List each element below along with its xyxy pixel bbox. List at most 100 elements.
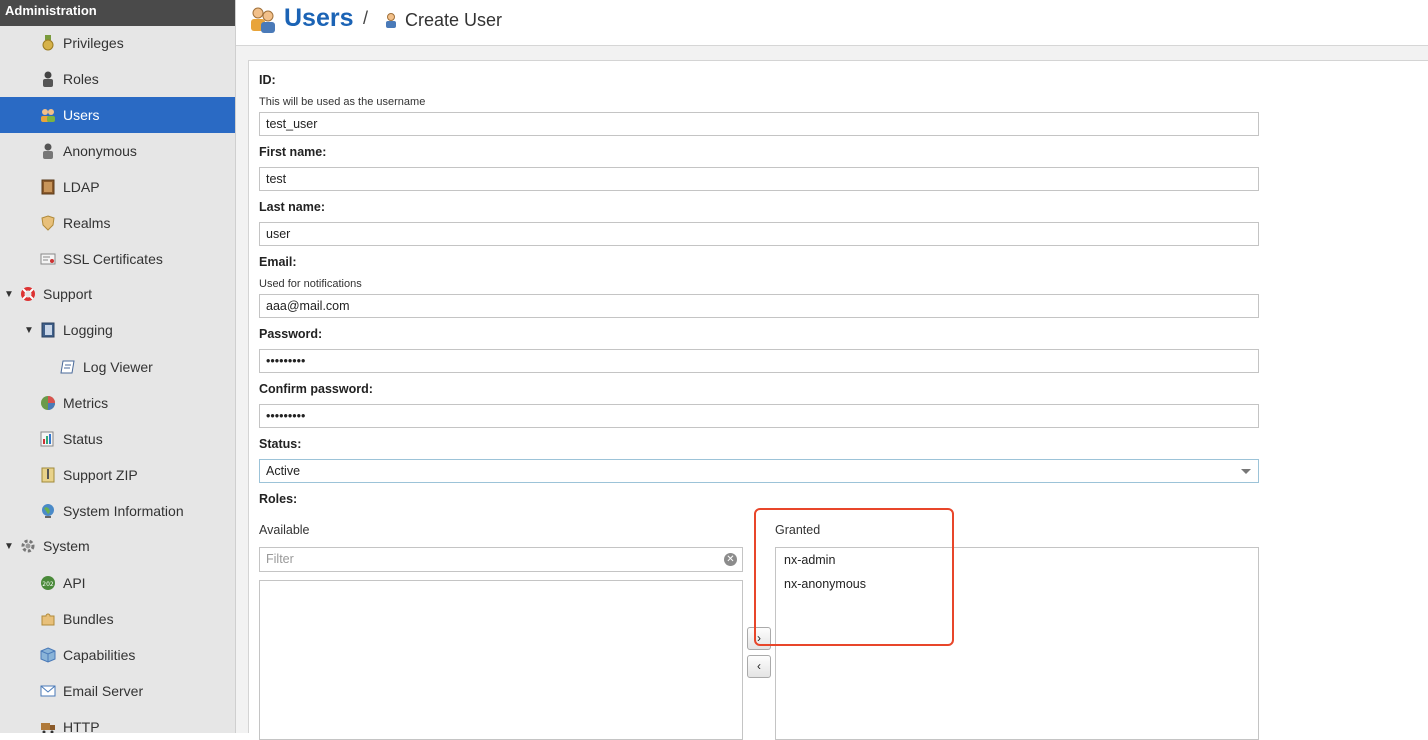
sidebar-item-logging[interactable]: ▼ Logging xyxy=(0,312,235,348)
available-title: Available xyxy=(259,523,310,537)
roles-label: Roles: xyxy=(259,492,298,506)
breadcrumb-current: Create User xyxy=(405,10,503,30)
confirm-password-label: Confirm password: xyxy=(259,382,373,396)
status-value: Active xyxy=(266,464,301,478)
puzzle-icon xyxy=(40,611,56,627)
anonymous-icon xyxy=(40,143,56,159)
sidebar-item-metrics[interactable]: Metrics xyxy=(0,385,235,421)
sidebar-item-label: Log Viewer xyxy=(83,359,153,375)
confirm-password-field[interactable]: ••••••••• xyxy=(259,404,1259,428)
role-person-icon xyxy=(40,71,56,87)
sidebar-item-api[interactable]: 202 API xyxy=(0,565,235,601)
api-badge-icon: 202 xyxy=(40,575,56,591)
caret-down-icon[interactable]: ▼ xyxy=(24,325,34,336)
move-left-button[interactable]: ‹ xyxy=(747,655,771,678)
create-user-form: ID: This will be used as the username te… xyxy=(248,60,1428,740)
main-content: ID: This will be used as the username te… xyxy=(236,46,1428,740)
globe-icon xyxy=(40,503,56,519)
scroll-icon xyxy=(60,359,76,375)
sidebar-title: Administration xyxy=(0,0,235,26)
sidebar-item-roles[interactable]: Roles xyxy=(0,61,235,97)
sidebar-item-bundles[interactable]: Bundles xyxy=(0,601,235,637)
sidebar-item-support[interactable]: ▼ Support xyxy=(0,276,235,312)
sidebar-item-label: Email Server xyxy=(63,683,144,699)
log-book-icon xyxy=(40,322,56,338)
sidebar-item-anonymous[interactable]: Anonymous xyxy=(0,133,235,169)
envelope-icon xyxy=(40,683,56,699)
sidebar-item-email-server[interactable]: Email Server xyxy=(0,673,235,709)
sidebar-item-http[interactable]: HTTP xyxy=(0,709,235,733)
cube-icon xyxy=(40,647,56,663)
caret-down-icon[interactable]: ▼ xyxy=(4,289,14,300)
email-field[interactable]: aaa@mail.com xyxy=(259,294,1259,318)
id-help: This will be used as the username xyxy=(259,96,426,108)
sidebar-item-ssl-certificates[interactable]: SSL Certificates xyxy=(0,241,235,277)
sidebar-item-users[interactable]: Users xyxy=(0,97,235,133)
sidebar-item-support-zip[interactable]: Support ZIP xyxy=(0,457,235,493)
page-title[interactable]: Users xyxy=(284,4,354,33)
sidebar-item-label: Bundles xyxy=(63,611,114,627)
status-select[interactable]: Active xyxy=(259,459,1259,483)
id-field[interactable]: test_user xyxy=(259,112,1259,136)
sidebar-item-realms[interactable]: Realms xyxy=(0,205,235,241)
sidebar-item-capabilities[interactable]: Capabilities xyxy=(0,637,235,673)
sidebar-item-ldap[interactable]: LDAP xyxy=(0,169,235,205)
email-help: Used for notifications xyxy=(259,278,362,290)
zip-icon xyxy=(40,467,56,483)
granted-title: Granted xyxy=(775,523,821,537)
user-icon xyxy=(384,12,398,31)
list-item[interactable]: nx-anonymous xyxy=(784,577,866,591)
sidebar-item-label: SSL Certificates xyxy=(63,251,163,267)
sidebar-item-label: Status xyxy=(63,431,103,447)
status-label: Status: xyxy=(259,437,302,451)
caret-down-icon[interactable]: ▼ xyxy=(4,541,14,552)
certificate-icon xyxy=(40,251,56,267)
users-icon xyxy=(40,107,56,123)
sidebar-item-status[interactable]: Status xyxy=(0,421,235,457)
filter-placeholder: Filter xyxy=(266,552,294,566)
granted-roles-list[interactable]: nx-admin nx-anonymous xyxy=(775,547,1259,740)
sidebar-item-label: Logging xyxy=(63,322,113,338)
gear-icon xyxy=(20,538,36,554)
first-name-label: First name: xyxy=(259,145,327,159)
move-right-button[interactable]: › xyxy=(747,627,771,650)
last-name-label: Last name: xyxy=(259,200,325,214)
shield-icon xyxy=(40,215,56,231)
page-header: Users / Create User xyxy=(236,0,1428,46)
sidebar-item-system-information[interactable]: System Information xyxy=(0,493,235,529)
sidebar-item-label: Support xyxy=(43,286,93,302)
status-chart-icon xyxy=(40,431,56,447)
breadcrumb-separator: / xyxy=(363,8,369,28)
sidebar-item-label: System xyxy=(43,538,90,554)
id-label: ID: xyxy=(259,73,276,87)
last-name-field[interactable]: user xyxy=(259,222,1259,246)
medal-icon xyxy=(40,35,56,51)
sidebar-item-label: LDAP xyxy=(63,179,100,195)
clear-filter-icon[interactable]: ✕ xyxy=(724,553,737,566)
sidebar-item-label: Roles xyxy=(63,71,99,87)
sidebar-item-label: System Information xyxy=(63,503,184,519)
dropdown-arrow-icon[interactable] xyxy=(1241,469,1251,474)
sidebar-item-label: API xyxy=(63,575,86,591)
roles-filter-input[interactable]: Filter ✕ xyxy=(259,547,743,572)
sidebar-item-log-viewer[interactable]: Log Viewer xyxy=(0,349,235,385)
available-roles-list[interactable] xyxy=(259,580,743,740)
sidebar-item-label: Privileges xyxy=(63,35,124,51)
lifebuoy-icon xyxy=(20,286,36,302)
list-item[interactable]: nx-admin xyxy=(784,553,835,567)
sidebar-item-label: HTTP xyxy=(63,719,100,733)
sidebar-item-label: Anonymous xyxy=(63,143,137,159)
truck-icon xyxy=(40,719,56,733)
sidebar: Administration Privileges Roles Users An… xyxy=(0,0,236,733)
password-label: Password: xyxy=(259,327,323,341)
sidebar-item-label: Metrics xyxy=(63,395,109,411)
ldap-book-icon xyxy=(40,179,56,195)
sidebar-item-system[interactable]: ▼ System xyxy=(0,528,235,564)
svg-text:202: 202 xyxy=(42,581,54,588)
pie-chart-icon xyxy=(40,395,56,411)
sidebar-item-label: Capabilities xyxy=(63,647,136,663)
email-label: Email: xyxy=(259,255,297,269)
first-name-field[interactable]: test xyxy=(259,167,1259,191)
sidebar-item-privileges[interactable]: Privileges xyxy=(0,25,235,61)
password-field[interactable]: ••••••••• xyxy=(259,349,1259,373)
